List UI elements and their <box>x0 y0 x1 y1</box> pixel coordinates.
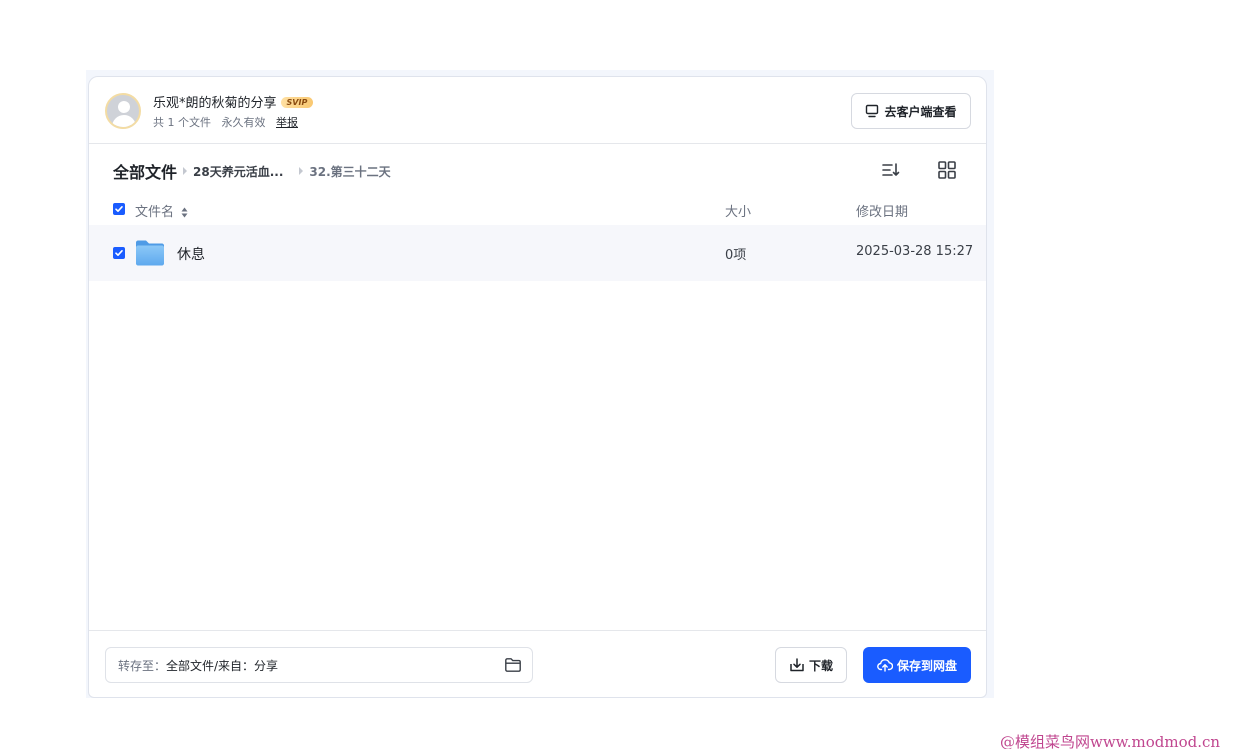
share-title: 乐观*朗的秋菊的分享 SVIP <box>153 92 314 111</box>
download-icon <box>790 658 804 672</box>
share-panel: 乐观*朗的秋菊的分享 SVIP 共 1 个文件 永久有效 举报 去客户端查看 全部… <box>88 76 987 698</box>
select-all-checkbox[interactable] <box>113 203 125 215</box>
file-name[interactable]: 休息 <box>177 244 205 264</box>
breadcrumb-separator <box>299 167 304 175</box>
save-path-label: 转存至： <box>118 658 167 673</box>
watermark: @模组菜鸟网www.modmod.cn <box>1000 733 1221 749</box>
download-button[interactable]: 下载 <box>775 647 847 683</box>
save-path-field[interactable]: 转存至： 全部文件/来自：分享 <box>105 647 533 683</box>
column-name-label: 文件名 <box>135 205 175 220</box>
share-header: 乐观*朗的秋菊的分享 SVIP 共 1 个文件 永久有效 举报 去客户端查看 <box>89 77 986 144</box>
breadcrumb-separator <box>183 167 188 175</box>
save-to-drive-label: 保存到网盘 <box>896 658 957 673</box>
file-size: 0项 <box>725 248 747 263</box>
check-icon <box>115 206 123 212</box>
svip-badge: SVIP <box>280 97 314 108</box>
sort-icon[interactable] <box>881 160 901 180</box>
table-header: 文件名 大小 修改日期 <box>89 193 986 225</box>
file-date: 2025-03-28 15:27 <box>856 244 974 259</box>
check-icon <box>115 250 123 256</box>
row-checkbox[interactable] <box>113 247 125 259</box>
validity: 永久有效 <box>221 116 266 129</box>
folder-icon <box>136 240 164 266</box>
share-title-text: 乐观*朗的秋菊的分享 <box>153 96 277 111</box>
breadcrumb-current: 32.第三十二天 <box>309 164 391 179</box>
file-count: 共 1 个文件 <box>153 116 211 129</box>
open-client-button[interactable]: 去客户端查看 <box>851 93 971 129</box>
cloud-upload-icon <box>877 659 893 672</box>
share-meta: 共 1 个文件 永久有效 举报 <box>153 114 305 130</box>
grid-view-icon[interactable] <box>937 160 957 180</box>
breadcrumb-root[interactable]: 全部文件 <box>113 159 177 183</box>
folder-outline-icon[interactable] <box>504 656 522 674</box>
sort-caret-icon <box>181 207 188 218</box>
column-size: 大小 <box>725 205 752 220</box>
save-to-drive-button[interactable]: 保存到网盘 <box>863 647 971 683</box>
breadcrumb-item[interactable]: 28天养元活血... <box>193 163 283 180</box>
column-date: 修改日期 <box>856 205 909 220</box>
breadcrumb: 全部文件 28天养元活血... 32.第三十二天 <box>113 159 391 183</box>
download-label: 下载 <box>808 658 833 673</box>
share-footer: 转存至： 全部文件/来自：分享 下载 保存到网盘 <box>89 630 986 697</box>
table-row[interactable]: 休息 0项 2025-03-28 15:27 <box>89 225 986 281</box>
avatar <box>105 93 141 129</box>
column-name[interactable]: 文件名 <box>135 201 188 220</box>
monitor-icon <box>866 104 879 118</box>
report-link[interactable]: 举报 <box>276 116 298 129</box>
save-path-value: 全部文件/来自：分享 <box>166 658 279 673</box>
open-client-label: 去客户端查看 <box>884 104 957 119</box>
